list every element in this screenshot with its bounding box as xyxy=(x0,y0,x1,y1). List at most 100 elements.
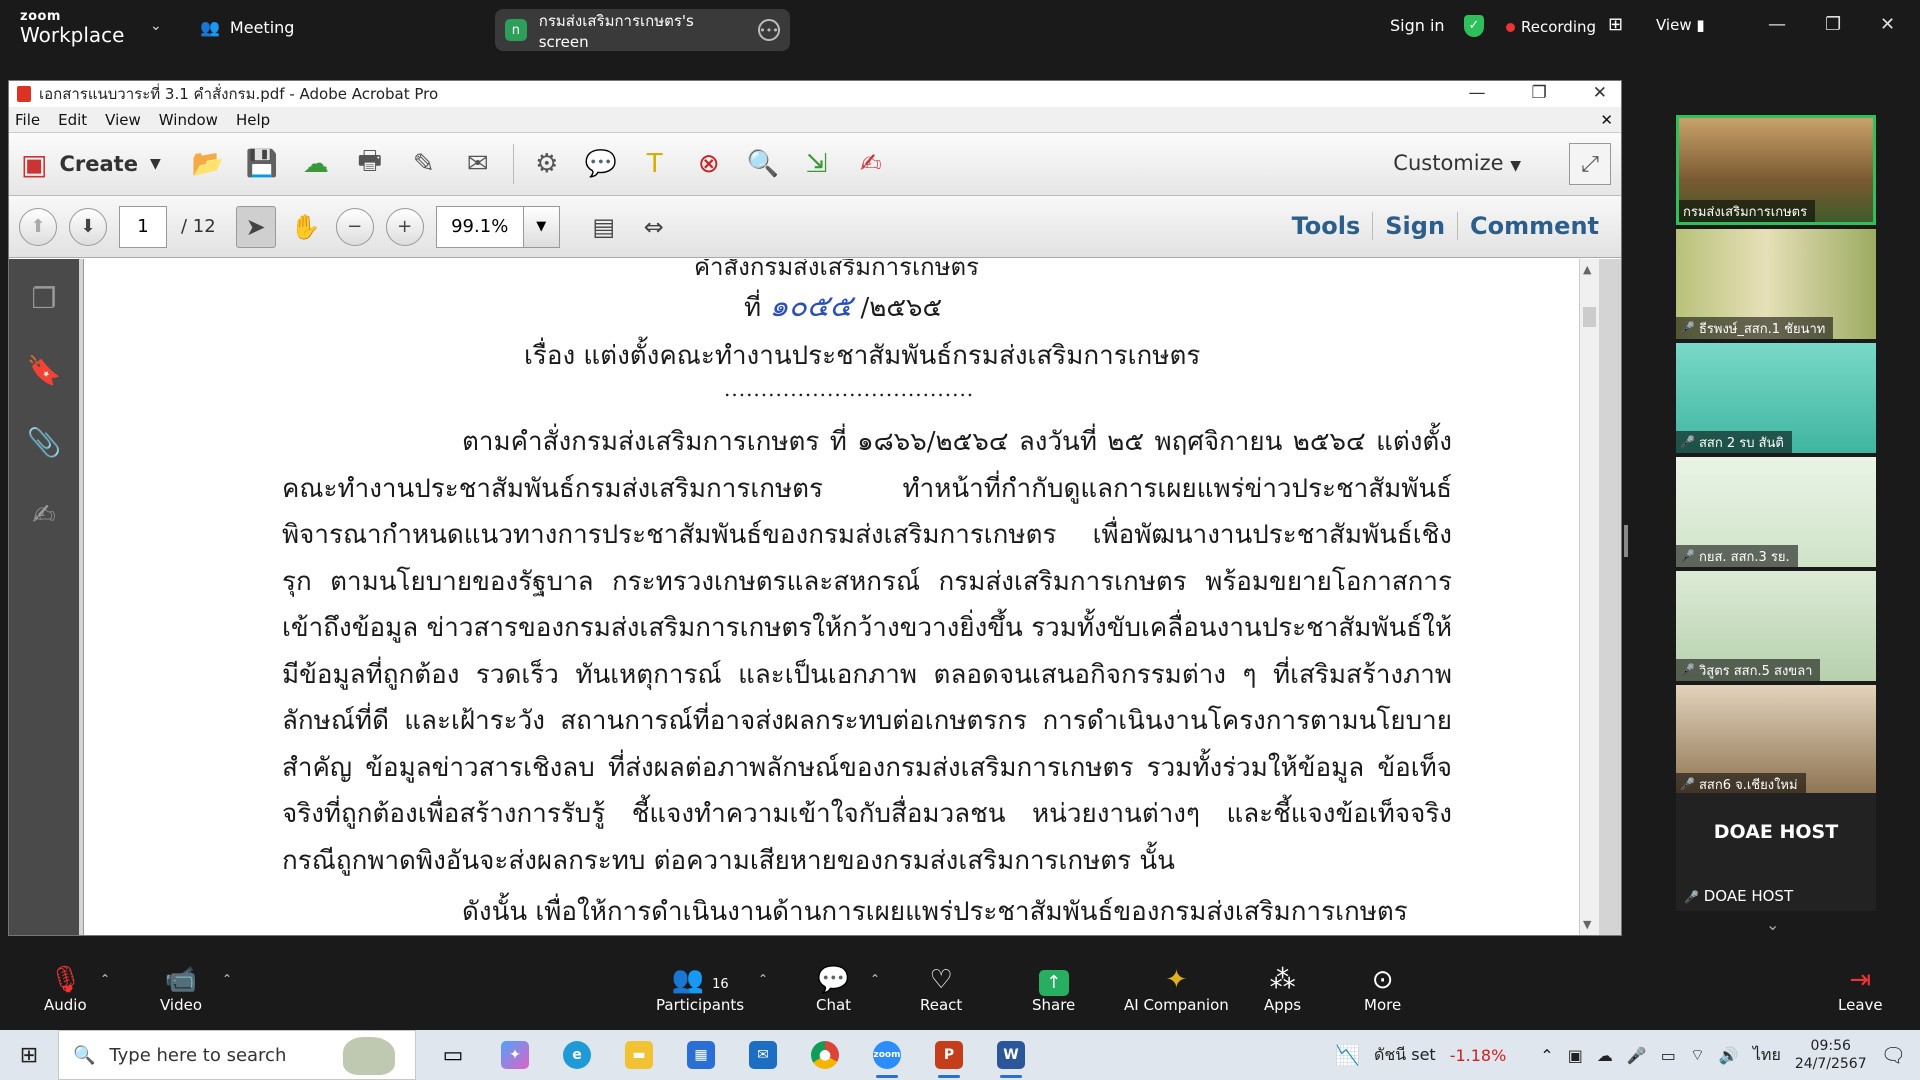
participants-options-caret-icon[interactable]: ⌃ xyxy=(758,972,768,986)
panel-splitter-handle[interactable] xyxy=(1624,525,1628,557)
sign-document-icon[interactable]: ✍ xyxy=(852,146,890,182)
bookmarks-icon[interactable]: 🔖 xyxy=(27,353,62,387)
share-button[interactable]: ↑ Share xyxy=(1032,964,1075,1014)
chat-button[interactable]: 💬 Chat xyxy=(816,964,851,1014)
close-icon[interactable]: ✕ xyxy=(1880,14,1895,35)
microsoft-store-icon[interactable]: ▦ xyxy=(676,1030,726,1080)
audio-button[interactable]: 🎙 Audio xyxy=(44,964,87,1014)
sign-in-button[interactable]: Sign in xyxy=(1390,16,1445,35)
tab-sign[interactable]: Sign xyxy=(1372,212,1457,240)
page-number-input[interactable]: 1 xyxy=(119,205,167,248)
taskbar-search-box[interactable]: 🔍 Type here to search xyxy=(58,1030,416,1080)
create-button[interactable]: ▣ Create ▼ xyxy=(21,148,161,181)
windows-start-icon[interactable]: ⊞ xyxy=(0,1043,58,1068)
leave-button[interactable]: ⇥ Leave xyxy=(1838,964,1883,1014)
scrollbar-thumb[interactable] xyxy=(1583,307,1596,327)
video-tile-1[interactable]: 🎤 ธีรพงษ์_สสก.1 ชัยนาท xyxy=(1676,229,1876,339)
edit-form-icon[interactable]: ✎ xyxy=(405,146,443,182)
video-tile-0[interactable]: กรมส่งเสริมการเกษตร xyxy=(1676,115,1876,225)
next-page-icon[interactable]: ⬇ xyxy=(69,207,107,246)
fit-width-icon[interactable]: ⇔ xyxy=(634,206,674,248)
acrobat-minimize-icon[interactable]: — xyxy=(1469,83,1486,103)
powerpoint-icon[interactable]: P xyxy=(924,1030,974,1080)
tab-tools[interactable]: Tools xyxy=(1280,212,1373,240)
scroll-down-icon[interactable]: ▼ xyxy=(1583,918,1591,931)
react-button[interactable]: ♡ React xyxy=(920,964,962,1014)
search-document-icon[interactable]: 🔍 xyxy=(744,146,782,182)
fullscreen-expand-icon[interactable]: ⤢ xyxy=(1569,143,1611,185)
scroll-up-icon[interactable]: ▲ xyxy=(1583,263,1591,276)
wifi-icon[interactable]: ⌔ xyxy=(1690,1045,1705,1065)
microphone-icon[interactable]: 🎤 xyxy=(1627,1046,1647,1065)
edge-browser-icon[interactable]: e xyxy=(552,1030,602,1080)
more-options-icon[interactable]: ••• xyxy=(758,19,780,41)
settings-gear-icon[interactable]: ⚙ xyxy=(528,146,566,182)
ai-companion-button[interactable]: ✦ AI Companion xyxy=(1124,964,1229,1014)
menu-view[interactable]: View xyxy=(105,111,141,129)
email-icon[interactable]: ✉ xyxy=(459,146,497,182)
highlight-text-icon[interactable]: T xyxy=(636,146,674,182)
menu-edit[interactable]: Edit xyxy=(58,111,87,129)
show-hidden-icons-icon[interactable]: ⌃ xyxy=(1540,1046,1553,1065)
screen-share-indicator[interactable]: n กรมส่งเสริมการเกษตร's screen ••• xyxy=(495,9,790,51)
menu-window[interactable]: Window xyxy=(159,111,218,129)
vertical-scrollbar[interactable]: ▲ ▼ xyxy=(1579,259,1599,935)
chrome-icon[interactable]: ● xyxy=(800,1030,850,1080)
minimize-icon[interactable]: — xyxy=(1768,14,1786,35)
menu-file[interactable]: File xyxy=(15,111,40,129)
save-icon[interactable]: 💾 xyxy=(243,146,281,182)
tab-comment[interactable]: Comment xyxy=(1457,212,1611,240)
video-button[interactable]: 📹 Video xyxy=(160,964,202,1014)
meeting-tab[interactable]: 👥 Meeting xyxy=(200,18,294,37)
close-document-icon[interactable]: ✕ xyxy=(1600,111,1613,129)
video-tile-2[interactable]: 🎤 สสก 2 รบ สันติ xyxy=(1676,343,1876,453)
video-tile-4[interactable]: 🎤 วิสูตร สสก.5 สงขลา xyxy=(1676,571,1876,681)
restore-icon[interactable]: ❐ xyxy=(1825,14,1841,35)
hand-tool-icon[interactable]: ✋ xyxy=(286,206,326,248)
fit-page-icon[interactable]: ▤ xyxy=(584,206,624,248)
acrobat-close-icon[interactable]: ✕ xyxy=(1593,83,1607,103)
comment-bubble-icon[interactable]: 💬 xyxy=(582,146,620,182)
meet-now-icon[interactable]: ▣ xyxy=(1568,1046,1583,1065)
chevron-down-icon[interactable]: ⌄ xyxy=(150,18,162,34)
select-cursor-icon[interactable]: ➤ xyxy=(235,205,276,248)
battery-icon[interactable]: ▭ xyxy=(1661,1046,1676,1065)
pdf-page[interactable]: คำสั่งกรมส่งเสริมการเกษตร ที่ ๑๐๕๕ /๒๕๖๕… xyxy=(83,259,1599,935)
mail-icon[interactable]: ✉ xyxy=(738,1030,788,1080)
chat-options-caret-icon[interactable]: ⌃ xyxy=(870,972,880,986)
input-language[interactable]: ไทย xyxy=(1753,1043,1781,1068)
acrobat-restore-icon[interactable]: ❐ xyxy=(1532,83,1547,103)
zoom-app-icon[interactable]: zoom xyxy=(862,1030,912,1080)
zoom-dropdown-icon[interactable]: ▼ xyxy=(523,205,560,248)
page-thumbnails-icon[interactable]: ❐ xyxy=(27,281,61,315)
stock-name[interactable]: ดัชนี set xyxy=(1374,1043,1436,1068)
extract-page-icon[interactable]: ⇲ xyxy=(798,146,836,182)
word-icon[interactable]: W xyxy=(986,1030,1036,1080)
audio-options-caret-icon[interactable]: ⌃ xyxy=(100,972,110,986)
file-explorer-icon[interactable]: ▬ xyxy=(614,1030,664,1080)
previous-page-icon[interactable]: ⬆ xyxy=(19,207,57,246)
task-view-icon[interactable]: ▭ xyxy=(428,1030,478,1080)
open-folder-icon[interactable]: 📂 xyxy=(189,146,227,182)
more-button[interactable]: ⊙ More xyxy=(1364,964,1401,1014)
cloud-upload-icon[interactable]: ☁ xyxy=(297,146,335,182)
clock[interactable]: 09:56 24/7/2567 xyxy=(1795,1037,1867,1073)
menu-help[interactable]: Help xyxy=(236,111,270,129)
zoom-logo[interactable]: zoom Workplace xyxy=(20,10,124,45)
host-tile[interactable]: DOAE HOST 🎤 DOAE HOST xyxy=(1676,793,1876,911)
attachments-icon[interactable]: 📎 xyxy=(27,425,62,459)
participants-button[interactable]: 👥 16 Participants xyxy=(656,964,744,1014)
zoom-level-input[interactable]: 99.1% xyxy=(435,205,524,248)
apps-button[interactable]: ⁂ Apps xyxy=(1264,964,1301,1014)
scroll-participants-down-icon[interactable]: ⌄ xyxy=(1766,915,1779,934)
zoom-out-icon[interactable]: − xyxy=(335,207,374,246)
delete-page-icon[interactable]: ⊗ xyxy=(690,146,728,182)
zoom-in-icon[interactable]: + xyxy=(385,207,424,246)
signatures-icon[interactable]: ✍ xyxy=(27,497,61,531)
volume-icon[interactable]: 🔊 xyxy=(1719,1046,1739,1065)
onedrive-cloud-icon[interactable]: ☁ xyxy=(1597,1046,1613,1065)
notifications-icon[interactable]: 🗨 xyxy=(1881,1043,1906,1067)
print-icon[interactable]: 🖶 xyxy=(351,146,389,182)
recording-indicator[interactable]: Recording xyxy=(1506,18,1596,36)
customize-button[interactable]: Customize ▼ xyxy=(1393,151,1521,175)
